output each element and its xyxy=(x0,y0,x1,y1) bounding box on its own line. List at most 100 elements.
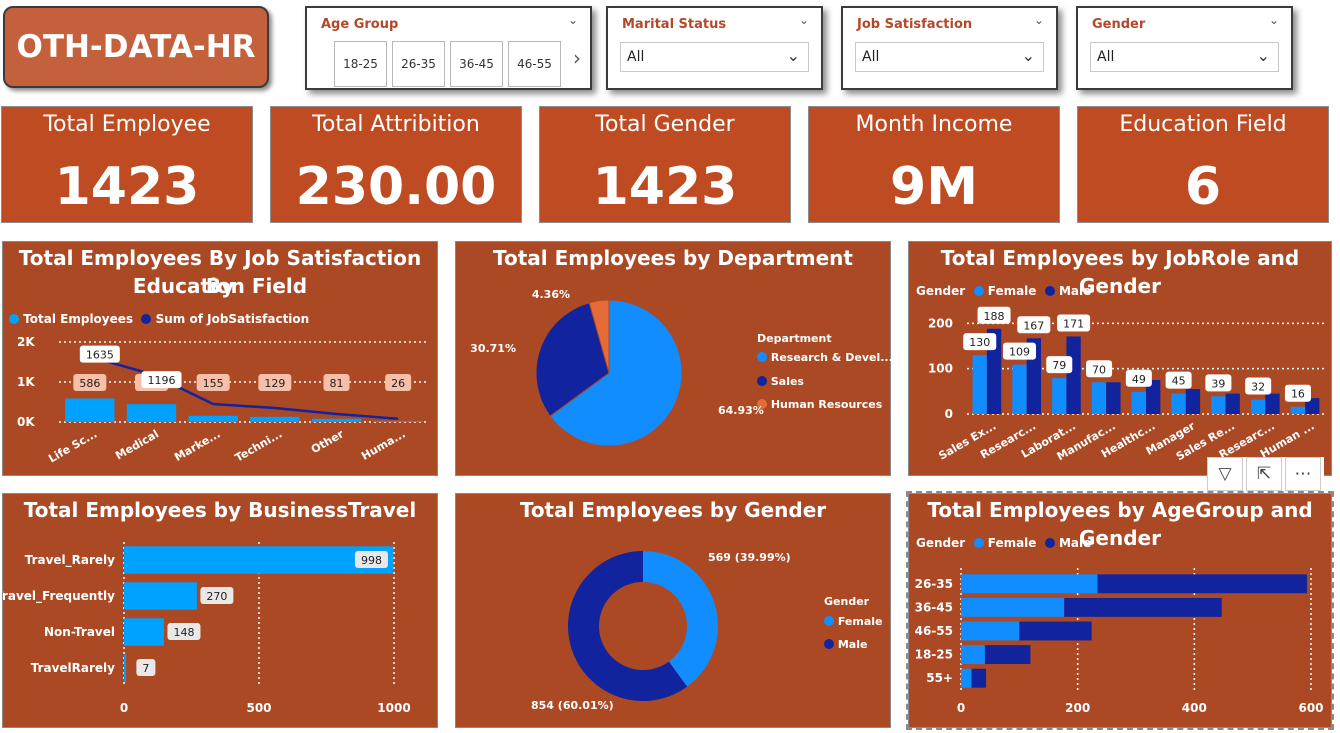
chevron-down-icon[interactable]: ⌄ xyxy=(1022,46,1035,65)
bar-female xyxy=(1052,378,1067,414)
kpi-title: Total Attribition xyxy=(312,112,480,137)
slicer-title: Gender xyxy=(1092,17,1146,32)
bar-female xyxy=(1171,393,1186,414)
data-label: 167 xyxy=(1023,319,1044,332)
job-satisfaction-slicer[interactable]: Job Satisfaction ⌄ All ⌄ xyxy=(841,6,1058,90)
chart-plot: 0K1K2K586Life Sc...446Medical155Marke...… xyxy=(17,335,429,466)
report-title-text: OTH-DATA-HR xyxy=(16,29,256,65)
bar-female xyxy=(961,668,972,688)
data-label: 64.93% xyxy=(718,404,764,417)
x-tick-label: Marke... xyxy=(172,427,223,464)
age-tile-18-25[interactable]: 18-25 xyxy=(334,41,387,87)
gender-slicer[interactable]: Gender ⌄ All ⌄ xyxy=(1076,6,1293,90)
data-label: 998 xyxy=(361,554,382,567)
chart-employees-by-gender[interactable]: Total Employees by Gender Gender Female … xyxy=(455,493,891,728)
filter-icon[interactable]: ▽ xyxy=(1207,457,1243,491)
bar-total-employees xyxy=(126,404,177,422)
data-label: 45 xyxy=(1172,375,1186,388)
age-group-slicer[interactable]: Age Group ⌄ 18-25 26-35 36-45 46-55 › xyxy=(305,6,592,90)
bar-male xyxy=(1185,389,1201,414)
y-tick-label: Non-Travel xyxy=(44,625,115,639)
bar-female xyxy=(961,574,1098,594)
chart-employees-by-agegroup-gender[interactable]: Total Employees by AgeGroup and Gender G… xyxy=(906,491,1334,730)
bar xyxy=(124,618,164,646)
report-title: OTH-DATA-HR xyxy=(3,6,269,88)
bar-male xyxy=(971,668,987,688)
kpi-value: 9M xyxy=(890,157,978,217)
kpi-value: 1423 xyxy=(54,157,200,217)
marital-status-dropdown[interactable]: All ⌄ xyxy=(620,42,809,72)
bar-female xyxy=(1012,364,1027,414)
kpi-value: 6 xyxy=(1184,157,1222,217)
kpi-total-employee[interactable]: Total Employee 1423 xyxy=(1,106,253,223)
data-label: 109 xyxy=(1009,346,1030,359)
data-label: 70 xyxy=(1092,363,1106,376)
data-label: 39 xyxy=(1211,377,1225,390)
bar-female xyxy=(972,355,987,414)
y-tick-label: 46-55 xyxy=(915,624,953,638)
dropdown-value: All xyxy=(862,49,880,65)
kpi-title: Month Income xyxy=(855,112,1013,137)
x-tick-label: 400 xyxy=(1182,701,1207,715)
age-tile-26-35[interactable]: 26-35 xyxy=(392,41,445,87)
y-tick-label: 36-45 xyxy=(915,600,953,614)
kpi-title: Total Employee xyxy=(43,112,211,137)
chart-plot: 0100200Sales Ex...Researc...Laborat...Ma… xyxy=(928,306,1325,463)
bar-female xyxy=(961,645,985,665)
kpi-value: 1423 xyxy=(592,157,738,217)
age-tile-46-55[interactable]: 46-55 xyxy=(508,41,561,87)
chart-employees-by-business-travel[interactable]: Total Employees by BusinessTravel 0 500 10… xyxy=(2,493,438,728)
chevron-down-icon[interactable]: ⌄ xyxy=(799,13,809,27)
job-satisfaction-dropdown[interactable]: All ⌄ xyxy=(855,42,1044,72)
x-tick-label: Huma... xyxy=(359,427,407,462)
kpi-value: 230.00 xyxy=(295,157,497,217)
data-label: 854 (60.01%) xyxy=(531,699,614,712)
chevron-down-icon[interactable]: ⌄ xyxy=(1257,46,1270,65)
bar-female xyxy=(961,621,1020,641)
slicer-title: Age Group xyxy=(321,17,399,32)
bar-male xyxy=(1064,597,1222,617)
focus-mode-icon[interactable]: ⇱ xyxy=(1246,457,1282,491)
y-tick-label: 18-25 xyxy=(915,648,953,662)
y-tick-label: 26-35 xyxy=(915,577,953,591)
y-tick-label: 2K xyxy=(17,335,35,349)
age-tile-36-45[interactable]: 36-45 xyxy=(450,41,503,87)
donut-slice xyxy=(643,551,718,687)
x-tick-label: 0 xyxy=(957,701,965,715)
data-label: 130 xyxy=(969,336,990,349)
data-label: 148 xyxy=(173,626,194,639)
y-tick-label: 200 xyxy=(928,316,953,330)
chart-employees-by-department[interactable]: Total Employees by Department Department… xyxy=(455,241,893,476)
bar-total-employees xyxy=(188,415,238,422)
kpi-total-gender[interactable]: Total Gender 1423 xyxy=(539,106,791,223)
chevron-down-icon[interactable]: ⌄ xyxy=(1269,13,1279,27)
chart-job-satisfaction-by-education[interactable]: Total Employees By Job Satisfaction By E… xyxy=(2,241,438,476)
slicer-title: Marital Status xyxy=(622,17,727,32)
data-label-line: 1196 xyxy=(148,374,176,387)
data-label: 171 xyxy=(1063,317,1084,330)
data-label: 7 xyxy=(142,662,149,675)
chevron-down-icon[interactable]: ⌄ xyxy=(568,13,578,27)
slicer-title: Job Satisfaction xyxy=(857,17,973,32)
more-options-icon[interactable]: ⋯ xyxy=(1285,457,1321,491)
bar xyxy=(124,654,126,682)
kpi-education-field[interactable]: Education Field 6 xyxy=(1077,106,1329,223)
bar-female xyxy=(1290,406,1306,414)
kpi-month-income[interactable]: Month Income 9M xyxy=(808,106,1060,223)
chevron-down-icon[interactable]: ⌄ xyxy=(1034,13,1044,27)
chart-employees-by-jobrole-gender[interactable]: Total Employees by JobRole and Gender Ge… xyxy=(908,241,1332,476)
data-label: 79 xyxy=(1052,359,1066,372)
marital-status-slicer[interactable]: Marital Status ⌄ All ⌄ xyxy=(606,6,823,90)
gender-dropdown[interactable]: All ⌄ xyxy=(1090,42,1279,72)
data-label-bar: 129 xyxy=(264,377,285,390)
x-tick-label: 1000 xyxy=(377,701,410,715)
bar-total-employees xyxy=(311,418,362,422)
chevron-right-icon[interactable]: › xyxy=(573,46,581,70)
dropdown-value: All xyxy=(627,49,645,65)
kpi-total-attribition[interactable]: Total Attribition 230.00 xyxy=(270,106,522,223)
chart-plot: 0 500 1000 Travel_Rarely 998 Travel_Frequentl… xyxy=(3,542,411,715)
x-tick-label: Other xyxy=(309,427,347,456)
bar-male xyxy=(1225,393,1240,414)
data-label: 30.71% xyxy=(470,342,516,355)
chevron-down-icon[interactable]: ⌄ xyxy=(787,46,800,65)
